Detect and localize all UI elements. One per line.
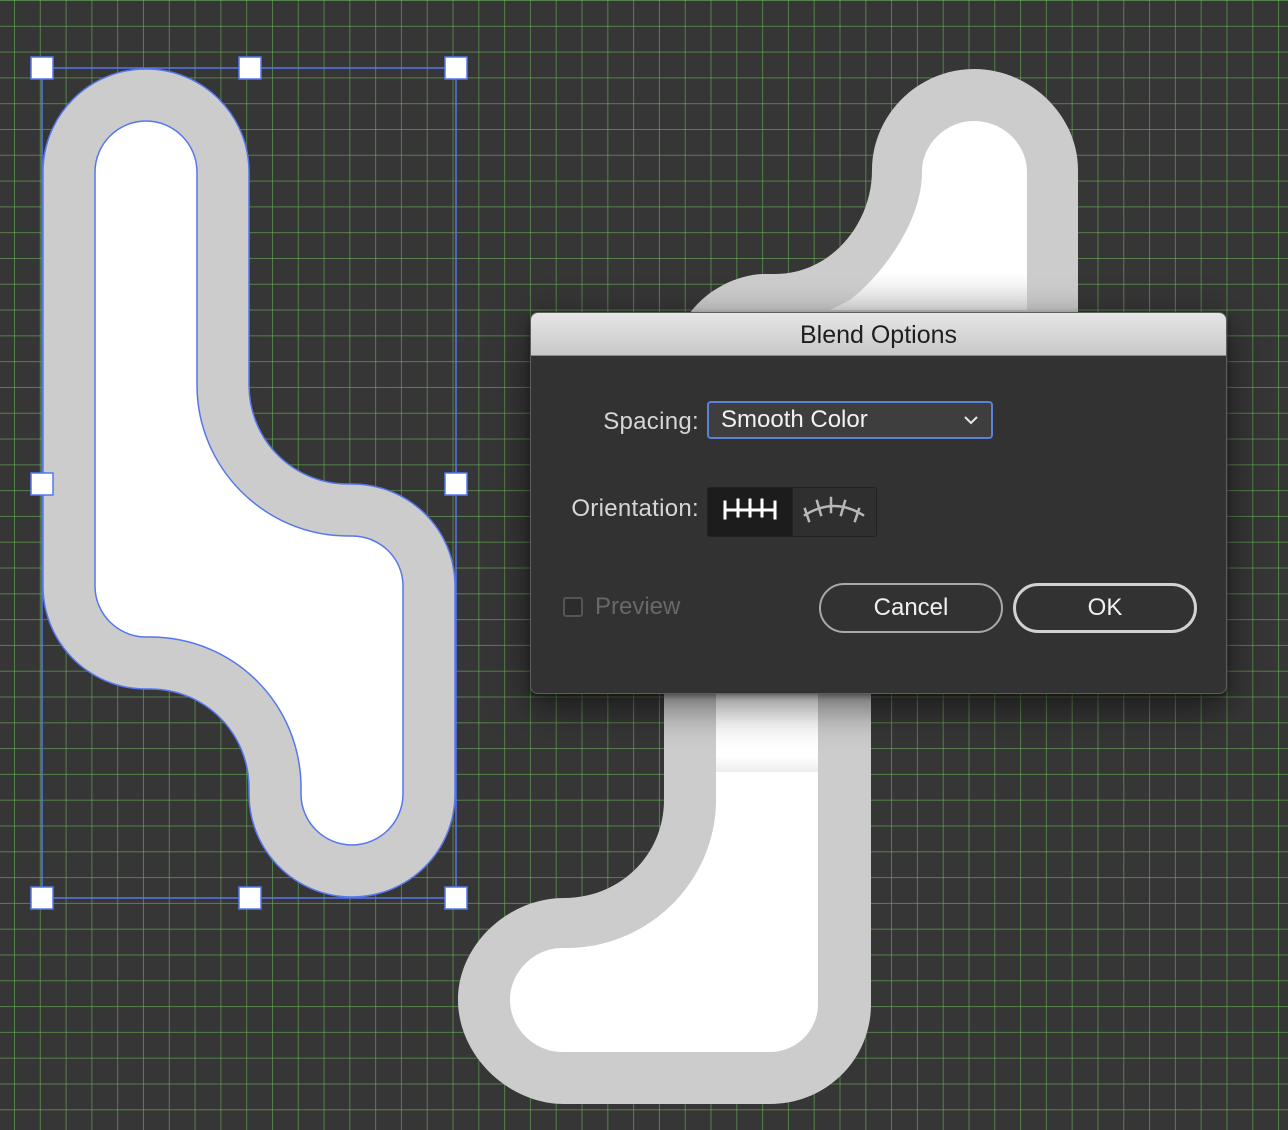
handle-bottom-middle	[238, 886, 262, 910]
handle-bottom-left	[30, 886, 54, 910]
ok-button[interactable]: OK	[1013, 583, 1197, 633]
align-to-path-button[interactable]	[791, 488, 876, 536]
orientation-label: Orientation:	[571, 495, 699, 522]
preview-label: Preview	[595, 593, 681, 620]
spacing-select-value: Smooth Color	[721, 406, 868, 433]
spacing-select[interactable]: Smooth Color	[707, 401, 993, 439]
dialog-title: Blend Options	[531, 313, 1226, 356]
handle-middle-right	[444, 472, 468, 496]
handle-top-middle	[238, 56, 262, 80]
handle-top-right	[444, 56, 468, 80]
preview-toggle: Preview	[563, 593, 680, 621]
selected-shape-left[interactable]	[42, 68, 456, 898]
cancel-button[interactable]: Cancel	[819, 583, 1003, 633]
handle-top-left	[30, 56, 54, 80]
align-to-page-button[interactable]	[708, 488, 792, 536]
preview-checkbox[interactable]	[563, 597, 583, 617]
blend-options-dialog: Blend Options Spacing: Smooth Color Orie…	[530, 312, 1227, 694]
orientation-toggle-group	[707, 487, 877, 537]
align-to-page-icon	[721, 496, 779, 529]
chevron-down-icon	[961, 407, 981, 443]
align-to-path-icon	[801, 495, 867, 530]
spacing-label: Spacing:	[603, 408, 699, 435]
handle-middle-left	[30, 472, 54, 496]
handle-bottom-right	[444, 886, 468, 910]
